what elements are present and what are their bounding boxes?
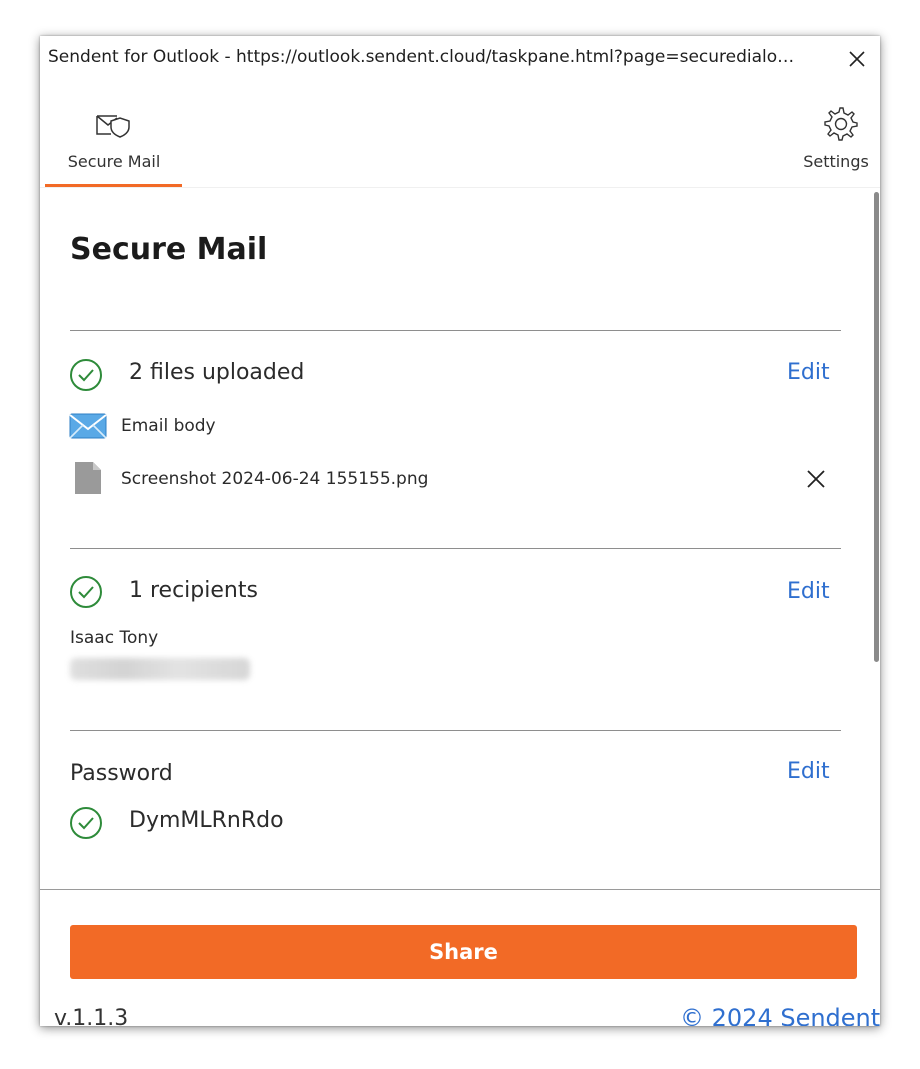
envelope-icon bbox=[69, 413, 107, 439]
close-icon[interactable] bbox=[846, 48, 868, 70]
footer-divider bbox=[40, 889, 880, 890]
recipient-name: Isaac Tony bbox=[70, 628, 159, 648]
password-value: DymMLRnRdo bbox=[129, 808, 284, 833]
tab-secure-mail-label: Secure Mail bbox=[67, 152, 161, 171]
tab-settings-label: Settings bbox=[803, 152, 869, 171]
section-divider bbox=[70, 730, 841, 731]
recipients-status: 1 recipients bbox=[129, 578, 258, 603]
scrollbar[interactable] bbox=[874, 192, 879, 662]
edit-recipients-button[interactable]: Edit bbox=[787, 579, 830, 604]
header-divider bbox=[40, 187, 880, 188]
remove-file-icon[interactable] bbox=[805, 468, 827, 490]
recipient-email-redacted bbox=[70, 658, 250, 680]
gear-icon bbox=[824, 107, 858, 141]
version-label: v.1.1.3 bbox=[54, 1006, 129, 1026]
sendent-taskpane-window: Sendent for Outlook - https://outlook.se… bbox=[40, 36, 880, 1026]
edit-password-button[interactable]: Edit bbox=[787, 759, 830, 784]
edit-files-button[interactable]: Edit bbox=[787, 360, 830, 385]
page-title: Secure Mail bbox=[70, 232, 268, 267]
file-icon bbox=[75, 462, 101, 494]
share-button[interactable]: Share bbox=[70, 925, 857, 979]
tab-secure-mail[interactable]: Secure Mail bbox=[46, 106, 182, 188]
section-divider bbox=[70, 548, 841, 549]
shield-envelope-icon bbox=[96, 115, 130, 138]
file-item-email-body: Email body bbox=[121, 416, 216, 436]
check-circle-icon bbox=[70, 807, 102, 839]
password-label: Password bbox=[70, 761, 173, 786]
copyright-link[interactable]: © 2024 Sendent bbox=[680, 1004, 880, 1026]
title-bar: Sendent for Outlook - https://outlook.se… bbox=[40, 36, 880, 80]
files-status: 2 files uploaded bbox=[129, 360, 305, 385]
section-divider bbox=[70, 330, 841, 331]
check-circle-icon bbox=[70, 359, 102, 391]
tab-settings[interactable]: Settings bbox=[792, 104, 880, 186]
window-title: Sendent for Outlook - https://outlook.se… bbox=[48, 47, 795, 67]
check-circle-icon bbox=[70, 576, 102, 608]
file-item-screenshot: Screenshot 2024-06-24 155155.png bbox=[121, 469, 429, 489]
